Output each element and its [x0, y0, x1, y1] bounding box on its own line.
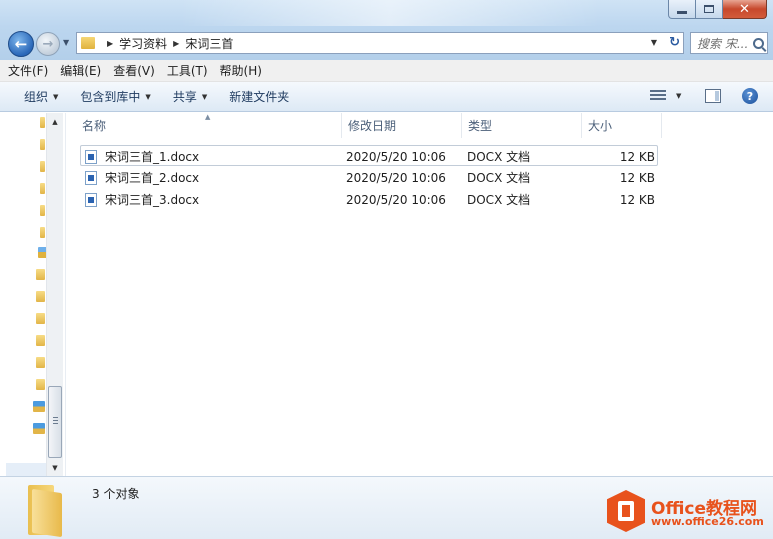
folder-icon[interactable]: [36, 291, 45, 302]
breadcrumb-item[interactable]: 学习资料: [119, 35, 167, 52]
chevron-down-icon: ▼: [201, 92, 208, 101]
file-row[interactable]: 宋词三首_1.docx 2020/5/20 10:06 DOCX 文档 12 K…: [80, 145, 658, 166]
file-modified: 2020/5/20 10:06: [346, 192, 446, 207]
share-button[interactable]: 共享 ▼: [173, 88, 207, 105]
menu-file[interactable]: 文件(F): [8, 62, 48, 79]
file-name: 宋词三首_3.docx: [105, 193, 200, 207]
search-input[interactable]: 搜索 宋...: [697, 35, 748, 52]
include-in-library-button[interactable]: 包含到库中 ▼: [80, 88, 150, 105]
folder-icon[interactable]: [40, 139, 45, 150]
address-bar[interactable]: ▶ 学习资料 ▶ 宋词三首 ▼ ↻: [76, 32, 684, 54]
folder-icon[interactable]: [36, 335, 45, 346]
view-options-icon[interactable]: [650, 90, 666, 102]
menu-view[interactable]: 查看(V): [113, 62, 155, 79]
organize-button[interactable]: 组织 ▼: [24, 88, 58, 105]
chevron-down-icon: ▼: [145, 92, 151, 101]
file-size: 12 KB: [619, 149, 655, 164]
file-row[interactable]: 宋词三首_2.docx 2020/5/20 10:06 DOCX 文档 12 K…: [80, 167, 658, 188]
pictures-icon[interactable]: [33, 401, 45, 412]
docx-file-icon: [85, 170, 97, 185]
recent-pages-dropdown[interactable]: ▼: [63, 38, 73, 50]
scroll-up-icon[interactable]: ▲: [47, 113, 63, 130]
file-type: DOCX 文档: [467, 150, 531, 164]
address-dropdown-icon[interactable]: ▼: [651, 38, 657, 47]
folder-icon[interactable]: [40, 161, 45, 172]
include-in-library-label: 包含到库中: [80, 90, 141, 104]
close-icon: ✕: [739, 1, 750, 17]
chevron-down-icon: ▼: [53, 92, 59, 101]
folder-icon[interactable]: [36, 313, 45, 324]
title-glow: [180, 0, 600, 26]
maximize-icon: [704, 5, 714, 13]
chevron-right-icon[interactable]: ▶: [107, 39, 113, 48]
window-controls: ✕: [668, 0, 767, 20]
preview-pane-icon[interactable]: [705, 89, 721, 103]
folder-icon[interactable]: [36, 269, 45, 280]
folder-icon[interactable]: [36, 379, 45, 390]
file-name-cell[interactable]: 宋词三首_2.docx: [85, 167, 199, 188]
file-modified: 2020/5/20 10:06: [346, 170, 446, 185]
forward-button[interactable]: →: [36, 32, 60, 56]
new-folder-label: 新建文件夹: [229, 90, 290, 104]
file-type: DOCX 文档: [467, 171, 531, 185]
file-list[interactable]: 名称 ▲ 修改日期 类型 大小 宋词三首_1.docx 2020/5/20 10…: [66, 113, 773, 476]
object-count: 3 个对象: [92, 487, 140, 501]
scroll-down-icon[interactable]: ▼: [47, 459, 63, 476]
watermark-url: www.office26.com: [651, 515, 764, 528]
column-header-type[interactable]: 类型: [462, 113, 582, 138]
file-row[interactable]: 宋词三首_3.docx 2020/5/20 10:06 DOCX 文档 12 K…: [80, 189, 658, 210]
file-name: 宋词三首_2.docx: [105, 171, 200, 185]
column-header-size[interactable]: 大小: [582, 113, 662, 138]
search-box[interactable]: 搜索 宋...: [690, 32, 768, 54]
menu-help[interactable]: 帮助(H): [220, 62, 262, 79]
close-button[interactable]: ✕: [723, 0, 767, 19]
column-header-modified[interactable]: 修改日期: [342, 113, 462, 138]
column-size-label: 大小: [588, 119, 613, 133]
docx-file-icon: [85, 149, 97, 164]
organize-label: 组织: [24, 90, 49, 104]
scrollbar-thumb[interactable]: [48, 386, 62, 458]
folder-icon[interactable]: [40, 205, 45, 216]
office-logo-icon: [607, 490, 645, 532]
chevron-right-icon[interactable]: ▶: [173, 39, 179, 48]
folder-icon[interactable]: [40, 183, 45, 194]
nav-pane-scrollbar[interactable]: ▲ ▼: [46, 113, 63, 476]
file-size: 12 KB: [619, 192, 655, 207]
arrow-right-icon: →: [42, 36, 54, 52]
menu-tools[interactable]: 工具(T): [167, 62, 208, 79]
file-name: 宋词三首_1.docx: [105, 150, 200, 164]
grip-icon: [53, 417, 58, 425]
file-type: DOCX 文档: [467, 193, 531, 207]
pictures-icon[interactable]: [33, 423, 45, 434]
docx-file-icon: [85, 192, 97, 207]
folder-icon[interactable]: [40, 117, 45, 128]
menu-edit[interactable]: 编辑(E): [60, 62, 101, 79]
back-button[interactable]: ←: [8, 31, 34, 57]
maximize-button[interactable]: [696, 0, 723, 19]
column-type-label: 类型: [468, 119, 493, 133]
file-modified: 2020/5/20 10:06: [346, 149, 446, 164]
sort-ascending-icon: ▲: [205, 113, 211, 121]
column-name-label: 名称: [82, 119, 107, 133]
minimize-icon: [677, 10, 687, 14]
folder-icon: [81, 37, 95, 49]
help-icon[interactable]: ?: [742, 88, 758, 104]
folder-icon[interactable]: [40, 227, 45, 238]
folder-icon[interactable]: [36, 357, 45, 368]
file-size: 12 KB: [619, 170, 655, 185]
menu-bar: 文件(F) 编辑(E) 查看(V) 工具(T) 帮助(H): [0, 60, 773, 82]
arrow-left-icon: ←: [14, 35, 28, 53]
share-label: 共享: [172, 90, 197, 104]
column-modified-label: 修改日期: [348, 119, 397, 133]
refresh-icon[interactable]: ↻: [669, 35, 680, 50]
view-options-dropdown-icon[interactable]: ▼: [676, 92, 681, 100]
folder-icon: [26, 485, 66, 538]
breadcrumb-item-current[interactable]: 宋词三首: [185, 35, 233, 52]
minimize-button[interactable]: [668, 0, 696, 19]
search-icon[interactable]: [753, 37, 764, 49]
file-name-cell[interactable]: 宋词三首_3.docx: [85, 189, 199, 210]
new-folder-button[interactable]: 新建文件夹: [229, 88, 289, 105]
file-name-cell[interactable]: 宋词三首_1.docx: [85, 146, 199, 167]
